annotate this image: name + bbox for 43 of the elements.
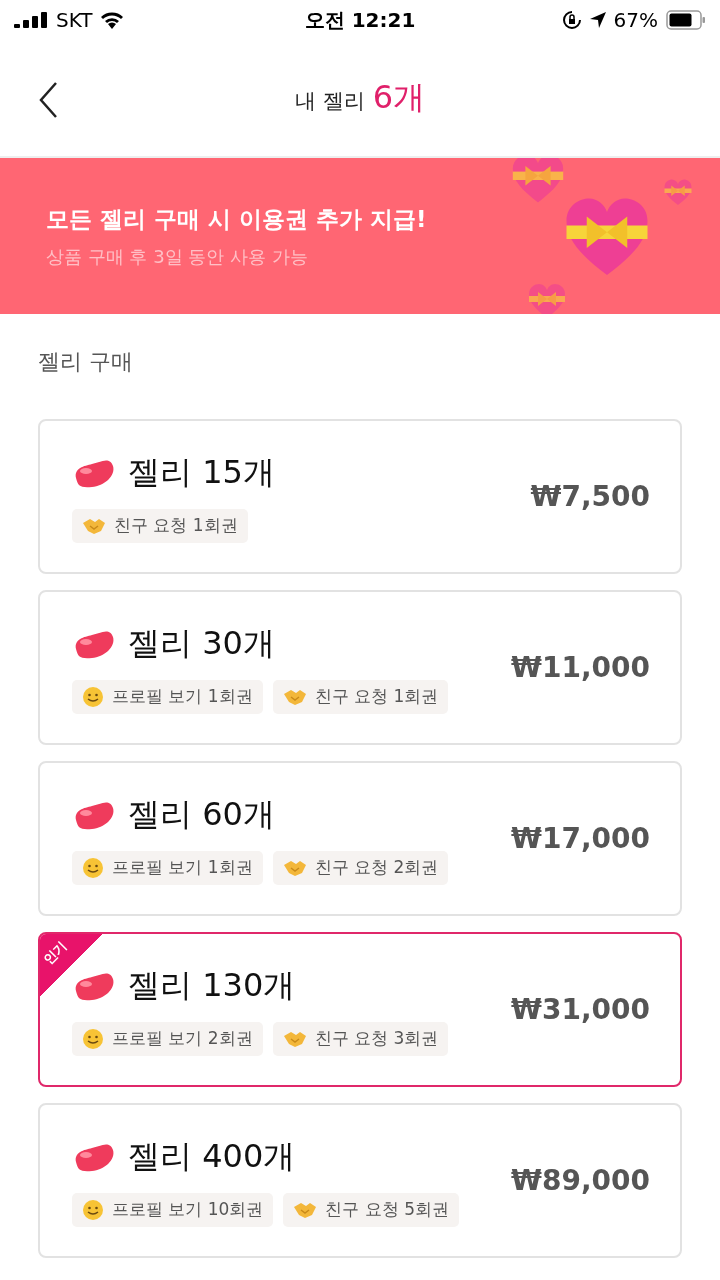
product-price: ₩89,000 <box>511 1164 650 1197</box>
product-price: ₩31,000 <box>511 993 650 1026</box>
status-time: 오전 12:21 <box>304 6 416 34</box>
perk-label: 친구 요청 1회권 <box>114 514 238 537</box>
perk-label: 친구 요청 3회권 <box>314 1027 439 1050</box>
signal-icon <box>14 12 48 28</box>
rotation-lock-icon <box>561 10 582 30</box>
product-price: ₩11,000 <box>511 651 650 684</box>
banner-subtext: 상품 구매 후 3일 동안 사용 가능 <box>46 244 309 269</box>
smiley-icon <box>82 685 104 708</box>
product-card[interactable]: 젤리 15개 친구 요청 1회권 ₩7,500 <box>38 419 682 574</box>
smiley-icon <box>82 856 104 879</box>
carrier-name: SKT <box>56 8 93 32</box>
product-price: ₩7,500 <box>530 480 650 513</box>
perk-label: 친구 요청 2회권 <box>314 856 439 879</box>
jelly-count: 6개 <box>372 77 425 118</box>
page-title: 내 젤리 <box>294 88 365 115</box>
product-card[interactable]: 젤리 30개 프로필 보기 1회권 친구 요청 1회권 ₩11,000 <box>38 590 682 745</box>
product-name: 젤리 130개 <box>128 964 296 1006</box>
product-name: 젤리 30개 <box>128 622 275 664</box>
product-card[interactable]: 인기 젤리 130개 프로필 보기 2회권 친구 요청 3회권 ₩31,000 <box>38 932 682 1087</box>
banner-headline: 모든 젤리 구매 시 이용권 추가 지급! <box>46 204 428 234</box>
battery-percent: 67% <box>613 8 658 32</box>
location-arrow-icon <box>589 12 606 28</box>
perk-label: 프로필 보기 10회권 <box>112 1198 264 1221</box>
product-name: 젤리 400개 <box>128 1135 296 1177</box>
perk-label: 프로필 보기 1회권 <box>112 685 253 708</box>
product-card[interactable]: 젤리 60개 프로필 보기 1회권 친구 요청 2회권 ₩17,000 <box>38 761 682 916</box>
smiley-icon <box>82 1198 104 1221</box>
wifi-icon <box>100 11 125 29</box>
product-name: 젤리 15개 <box>128 451 275 493</box>
gift-heart-icon <box>663 178 693 208</box>
product-price: ₩17,000 <box>511 822 650 855</box>
section-title: 젤리 구매 <box>38 347 133 376</box>
popular-label: 인기 <box>40 937 71 969</box>
battery-icon <box>666 10 706 30</box>
perk-label: 친구 요청 5회권 <box>325 1198 450 1221</box>
product-name: 젤리 60개 <box>128 793 275 835</box>
product-card[interactable]: 젤리 400개 프로필 보기 10회권 친구 요청 5회권 ₩89,000 <box>38 1103 682 1258</box>
perk-label: 친구 요청 1회권 <box>314 685 439 708</box>
perk-label: 프로필 보기 2회권 <box>112 1027 253 1050</box>
smiley-icon <box>82 1027 104 1050</box>
perk-label: 프로필 보기 1회권 <box>112 856 253 879</box>
